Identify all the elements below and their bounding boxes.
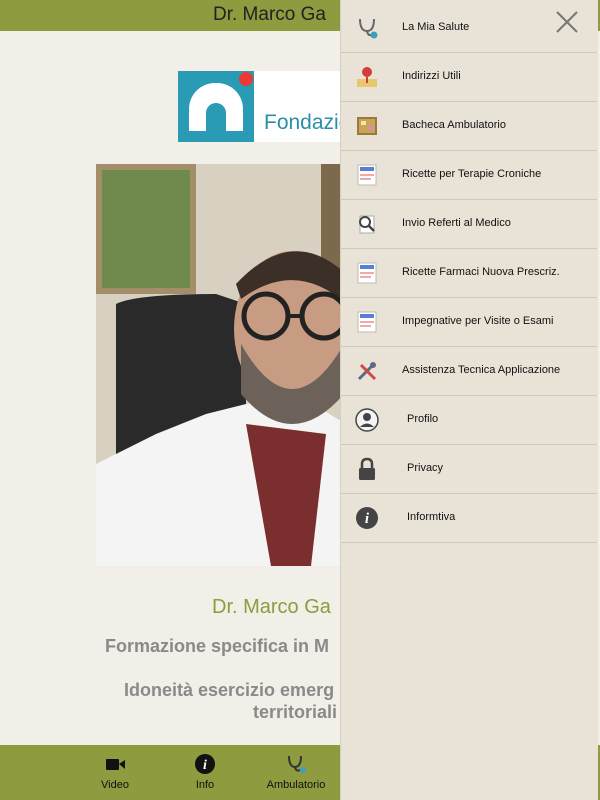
logo-mark [178,71,254,142]
menu-item-impegnative[interactable]: Impegnative per Visite o Esami [341,298,597,347]
logo-red-dot [239,72,253,86]
tools-icon [355,359,379,383]
notice-board-icon [355,114,379,138]
profile-qualification-cont: territoriali [253,702,338,722]
menu-item-privacy[interactable]: Privacy [341,445,597,494]
lock-icon [355,457,379,481]
tab-ambulatorio[interactable]: Ambulatorio [256,745,336,800]
profile-qualification: Idoneità esercizio emerg [124,680,335,700]
doctor-photo [96,164,346,566]
menu-item-indirizzi-utili[interactable]: Indirizzi Utili [341,53,597,102]
menu-item-bacheca-ambulatorio[interactable]: Bacheca Ambulatorio [341,102,597,151]
prescription-icon [355,310,379,334]
info-icon: i [193,753,217,775]
profile-name: Dr. Marco Ga [212,596,331,618]
logo-text: Fondazio [264,111,351,134]
menu-item-ricette-farmaci[interactable]: Ricette Farmaci Nuova Prescriz. [341,249,597,298]
prescription-icon [355,261,379,285]
menu-item-profilo[interactable]: Profilo [341,396,597,445]
map-pin-icon [355,65,379,89]
stethoscope-icon [284,753,308,775]
tab-video[interactable]: Video [75,745,155,800]
info-icon: i [355,506,379,530]
profile-specialization: Formazione specifica in M [105,636,330,656]
header-title: Dr. Marco Ga [213,4,326,25]
magnifier-document-icon [355,212,379,236]
menu-item-assistenza-tecnica[interactable]: Assistenza Tecnica Applicazione [341,347,597,396]
side-menu: La Mia Salute Indirizzi Utili Bacheca Am… [340,0,598,800]
video-camera-icon [103,753,127,775]
menu-item-ricette-terapie-croniche[interactable]: Ricette per Terapie Croniche [341,151,597,200]
user-icon [355,408,379,432]
menu-item-invio-referti[interactable]: Invio Referti al Medico [341,200,597,249]
menu-item-informativa[interactable]: i Informtiva [341,494,597,543]
stethoscope-icon [355,16,379,40]
svg-text:i: i [203,758,207,773]
menu-item-la-mia-salute[interactable]: La Mia Salute [341,4,597,53]
prescription-icon [355,163,379,187]
tab-info[interactable]: i Info [165,745,245,800]
